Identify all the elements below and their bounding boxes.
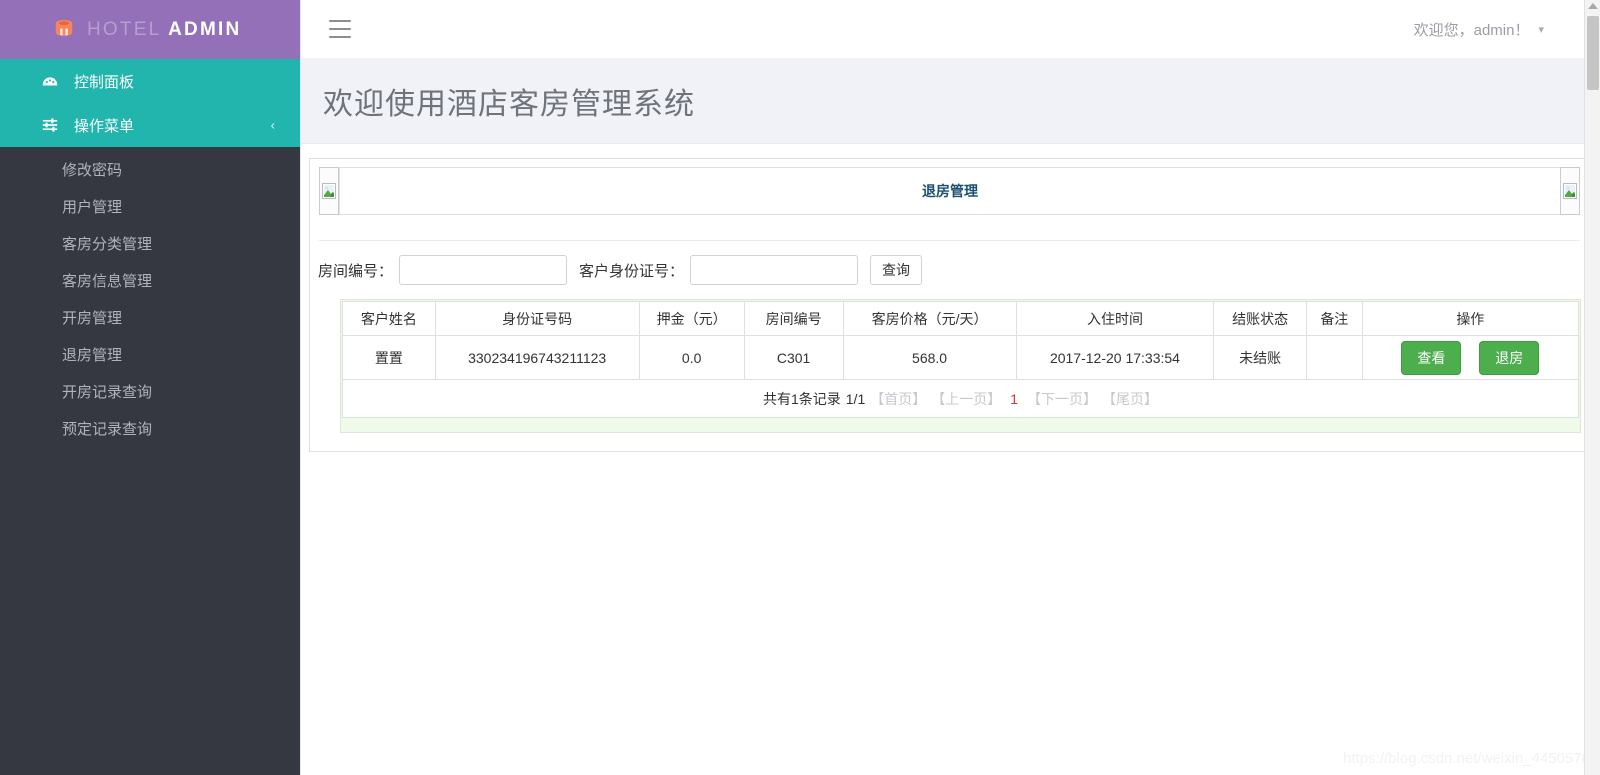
submenu-item-label: 客房分类管理 bbox=[62, 236, 153, 253]
welcome-text: 欢迎您，admin！ bbox=[1413, 21, 1530, 39]
brand-title: HOTEL ADMIN bbox=[87, 19, 241, 41]
sidebar-item-user-management[interactable]: 用户管理 bbox=[0, 188, 300, 225]
broken-image-icon bbox=[1560, 167, 1580, 215]
view-button[interactable]: 查看 bbox=[1401, 340, 1462, 375]
total-records: 共有1条记录 bbox=[762, 390, 841, 407]
column-header-idcard: 身份证号码 bbox=[434, 301, 640, 336]
checkout-button[interactable]: 退房 bbox=[1479, 340, 1540, 375]
next-page-link[interactable]: 【下一页】 bbox=[1027, 389, 1097, 409]
results-table-container: 客户姓名 身份证号码 押金（元） 房间编号 客房价格（元/天） 入住时间 结账状… bbox=[340, 299, 1581, 433]
app-root: HOTEL ADMIN 控制面板 操作菜单 ‹ 修改密码 用户管理 客房分类管理… bbox=[0, 0, 1600, 775]
cell-name: 置置 bbox=[342, 335, 436, 380]
current-page[interactable]: 1 bbox=[1006, 391, 1022, 407]
broken-image-icon bbox=[319, 167, 339, 215]
hamburger-icon[interactable] bbox=[329, 20, 351, 38]
submenu-item-label: 修改密码 bbox=[62, 162, 123, 179]
sidebar-submenu: 修改密码 用户管理 客房分类管理 客房信息管理 开房管理 退房管理 开房记录查询… bbox=[0, 147, 300, 447]
chevron-down-icon[interactable]: ▾ bbox=[1538, 23, 1544, 36]
first-page-link[interactable]: 【首页】 bbox=[870, 389, 926, 409]
table-row: 置置 330234196743211123 0.0 C301 568.0 201… bbox=[342, 335, 1580, 380]
dashboard-icon bbox=[40, 72, 60, 90]
submenu-item-label: 退房管理 bbox=[62, 347, 123, 364]
sidebar-item-checkout-management[interactable]: 退房管理 bbox=[0, 336, 300, 373]
panel-divider bbox=[319, 215, 1580, 241]
brand-title-bold: ADMIN bbox=[168, 18, 242, 40]
main-area: 欢迎您，admin！ ▾ 欢迎使用酒店客房管理系统 退房管理 房间编号： 客户身… bbox=[300, 0, 1600, 775]
scrollbar-thumb[interactable] bbox=[1587, 16, 1599, 90]
user-menu[interactable]: 欢迎您，admin！ ▾ bbox=[1414, 19, 1582, 40]
submenu-item-label: 用户管理 bbox=[62, 199, 123, 216]
room-number-input[interactable] bbox=[399, 255, 568, 285]
search-form: 房间编号： 客户身份证号： 查询 bbox=[310, 241, 1589, 299]
cell-price: 568.0 bbox=[842, 335, 1017, 380]
column-header-price: 客房价格（元/天） bbox=[842, 301, 1017, 336]
column-header-status: 结账状态 bbox=[1213, 301, 1308, 336]
panel-title-container: 退房管理 bbox=[339, 167, 1560, 215]
cell-status: 未结账 bbox=[1213, 335, 1308, 380]
watermark: https://blog.csdn.net/weixin_4450578 bbox=[1343, 750, 1590, 767]
idcard-input[interactable] bbox=[690, 255, 859, 285]
cell-remark bbox=[1306, 335, 1363, 380]
submenu-item-label: 开房记录查询 bbox=[62, 384, 153, 401]
content-area: 退房管理 房间编号： 客户身份证号： 查询 客户姓名 身份证号码 押金（元） 房… bbox=[301, 144, 1600, 452]
sidebar-item-reservation-record-query[interactable]: 预定记录查询 bbox=[0, 410, 300, 447]
brand-header[interactable]: HOTEL ADMIN bbox=[0, 0, 300, 59]
sidebar-item-operations-menu[interactable]: 操作菜单 ‹ bbox=[0, 103, 300, 147]
sliders-icon bbox=[40, 116, 60, 134]
brand-title-light: HOTEL bbox=[87, 18, 162, 40]
submenu-item-label: 客房信息管理 bbox=[62, 273, 153, 290]
cell-idcard: 330234196743211123 bbox=[434, 335, 640, 380]
column-header-room: 房间编号 bbox=[743, 301, 844, 336]
cell-deposit: 0.0 bbox=[638, 335, 745, 380]
idcard-label: 客户身份证号： bbox=[579, 262, 685, 280]
sidebar-item-change-password[interactable]: 修改密码 bbox=[0, 151, 300, 188]
sidebar-item-label: 操作菜单 bbox=[74, 117, 135, 135]
sidebar-item-room-info-management[interactable]: 客房信息管理 bbox=[0, 262, 300, 299]
column-header-deposit: 押金（元） bbox=[638, 301, 745, 336]
checkout-panel: 退房管理 房间编号： 客户身份证号： 查询 客户姓名 身份证号码 押金（元） 房… bbox=[309, 158, 1590, 452]
sidebar-item-checkin-management[interactable]: 开房管理 bbox=[0, 299, 300, 336]
room-number-label: 房间编号： bbox=[318, 262, 394, 280]
primary-nav: 控制面板 操作菜单 ‹ bbox=[0, 59, 300, 147]
pagination: 共有1条记录 1/1 【首页】 【上一页】 1 【下一页】 【尾页】 bbox=[342, 380, 1579, 418]
checkout-table: 客户姓名 身份证号码 押金（元） 房间编号 客房价格（元/天） 入住时间 结账状… bbox=[342, 301, 1580, 380]
table-header-row: 客户姓名 身份证号码 押金（元） 房间编号 客房价格（元/天） 入住时间 结账状… bbox=[342, 301, 1580, 336]
paint-bucket-icon bbox=[52, 17, 76, 41]
page-scrollbar[interactable] bbox=[1584, 0, 1600, 775]
sidebar-item-dashboard[interactable]: 控制面板 bbox=[0, 59, 300, 103]
scroll-up-arrow-icon[interactable] bbox=[1588, 3, 1598, 9]
cell-actions: 查看 退房 bbox=[1361, 335, 1580, 380]
column-header-checkin: 入住时间 bbox=[1015, 301, 1215, 336]
column-header-actions: 操作 bbox=[1361, 301, 1580, 336]
page-header: 欢迎使用酒店客房管理系统 bbox=[301, 59, 1600, 144]
sidebar-item-checkin-record-query[interactable]: 开房记录查询 bbox=[0, 373, 300, 410]
sidebar: HOTEL ADMIN 控制面板 操作菜单 ‹ 修改密码 用户管理 客房分类管理… bbox=[0, 0, 300, 775]
cell-room: C301 bbox=[743, 335, 844, 380]
submenu-item-label: 预定记录查询 bbox=[62, 421, 153, 438]
sidebar-item-room-category-management[interactable]: 客房分类管理 bbox=[0, 225, 300, 262]
page-title: 欢迎使用酒店客房管理系统 bbox=[323, 88, 695, 121]
cell-checkin: 2017-12-20 17:33:54 bbox=[1015, 335, 1215, 380]
chevron-left-icon[interactable]: ‹ bbox=[271, 118, 275, 133]
page-indicator: 1/1 bbox=[845, 390, 866, 407]
query-button[interactable]: 查询 bbox=[870, 255, 923, 285]
submenu-item-label: 开房管理 bbox=[62, 310, 123, 327]
column-header-remark: 备注 bbox=[1306, 301, 1363, 336]
panel-title: 退房管理 bbox=[922, 183, 978, 199]
last-page-link[interactable]: 【尾页】 bbox=[1102, 389, 1158, 409]
topbar: 欢迎您，admin！ ▾ bbox=[301, 0, 1600, 59]
panel-titlebar: 退房管理 bbox=[310, 159, 1589, 215]
sidebar-item-label: 控制面板 bbox=[74, 73, 135, 91]
prev-page-link[interactable]: 【上一页】 bbox=[931, 389, 1001, 409]
column-header-name: 客户姓名 bbox=[342, 301, 436, 336]
